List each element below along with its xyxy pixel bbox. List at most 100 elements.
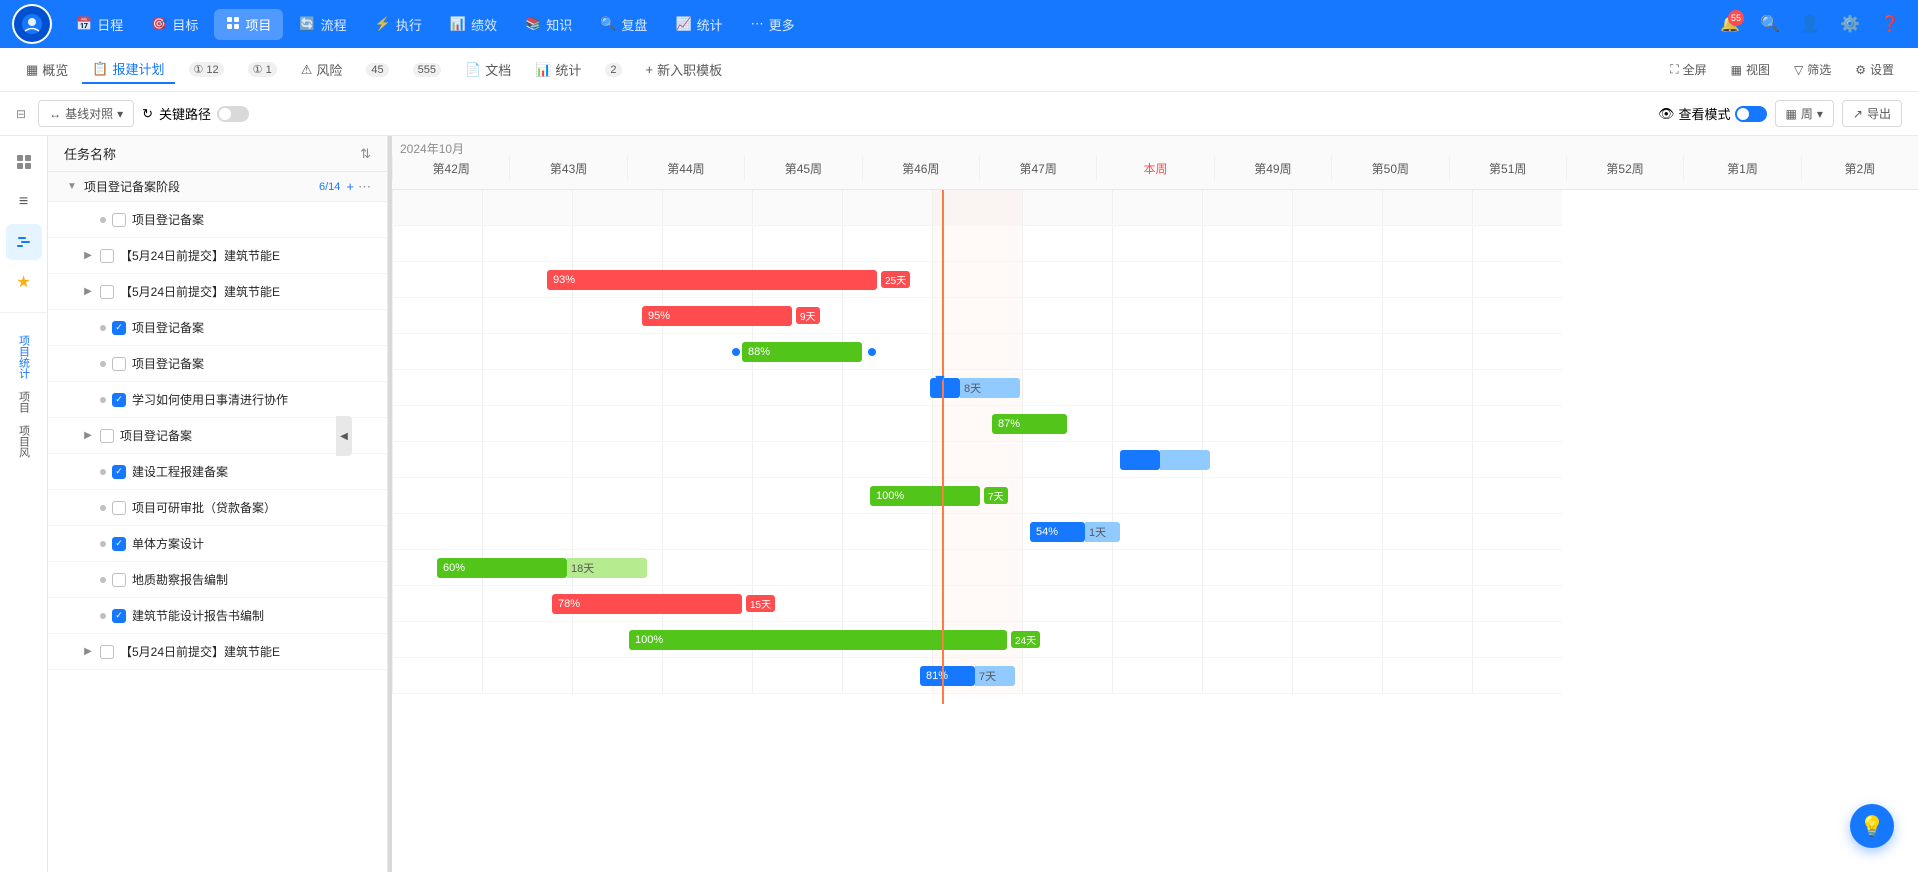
task-checkbox-9[interactable] <box>112 501 126 515</box>
sidebar-star-icon[interactable]: ★ <box>6 264 42 300</box>
nav-item-flow[interactable]: 🔄 流程 <box>287 9 358 40</box>
critical-path-switch[interactable] <box>217 106 249 122</box>
gantt-bar-row-3[interactable]: 95%9天 <box>642 306 820 326</box>
help-button[interactable]: ❓ <box>1874 8 1906 40</box>
expand-btn-3[interactable]: ▶ <box>80 284 96 300</box>
gantt-row-3[interactable]: 95%9天 <box>392 298 1562 334</box>
week-view-button[interactable]: ▦ 周 ▾ <box>1775 100 1834 127</box>
expand-btn-13[interactable]: ▶ <box>80 644 96 660</box>
task-checkbox-10[interactable]: ✓ <box>112 537 126 551</box>
gantt-row-8[interactable]: 100%7天 <box>392 478 1562 514</box>
sidebar-list-icon[interactable]: ≡ <box>6 184 42 220</box>
gantt-row-10[interactable]: 60%18天 <box>392 550 1562 586</box>
user-button[interactable]: 👤 <box>1794 8 1826 40</box>
nav-item-stats[interactable]: 📈 统计 <box>663 9 734 40</box>
sub-nav-badge-2[interactable]: 2 <box>595 59 631 81</box>
sub-nav-risk[interactable]: ⚠ 风险 <box>291 56 353 83</box>
task-row[interactable]: ▶ 【5月24日前提交】建筑节能E <box>48 274 387 310</box>
sub-nav-statsub[interactable]: 📊 统计 <box>525 56 591 83</box>
task-row[interactable]: ▶ 【5月24日前提交】建筑节能E <box>48 238 387 274</box>
gantt-area[interactable]: 2024年10月 第42周第43周第44周第45周第46周第47周本周第49周第… <box>392 136 1918 872</box>
settings-button[interactable]: ⚙️ <box>1834 8 1866 40</box>
settings-nav-button[interactable]: ⚙ 设置 <box>1847 57 1902 82</box>
gantt-bar-row-10[interactable]: 60%18天 <box>437 558 647 578</box>
gantt-row-1[interactable] <box>392 226 1562 262</box>
gantt-bar-row-2[interactable]: 93%25天 <box>547 270 910 290</box>
gantt-bar-row-4[interactable]: 88% <box>742 342 862 362</box>
sub-nav-badge-45[interactable]: 45 <box>356 59 398 81</box>
gantt-bar-row-11[interactable]: 78%15天 <box>552 594 775 614</box>
task-checkbox-4[interactable]: ✓ <box>112 321 126 335</box>
task-checkbox-6[interactable]: ✓ <box>112 393 126 407</box>
task-row[interactable]: ▶ ✓ 学习如何使用日事清进行协作 <box>48 382 387 418</box>
gantt-row-13[interactable]: 81%7天 <box>392 658 1562 694</box>
filter-button[interactable]: ▽ 筛选 <box>1786 57 1839 82</box>
fullscreen-button[interactable]: ⛶ 全屏 <box>1662 57 1714 82</box>
gantt-row-9[interactable]: 54%1天 <box>392 514 1562 550</box>
task-row[interactable]: ▶ ✓ 项目登记备案 <box>48 310 387 346</box>
expand-btn-2[interactable]: ▶ <box>80 248 96 264</box>
export-button[interactable]: ↗ 导出 <box>1842 100 1902 127</box>
view-button[interactable]: ▦ 视图 <box>1723 57 1778 82</box>
task-checkbox-1[interactable] <box>112 213 126 227</box>
critical-path-toggle[interactable]: ↻ 关键路径 <box>142 104 249 123</box>
sub-nav-buildplan[interactable]: 📋 报建计划 <box>82 55 174 84</box>
gantt-row-6[interactable]: 87% <box>392 406 1562 442</box>
gantt-bar-row-8[interactable]: 100%7天 <box>870 486 1008 506</box>
group-more-icon[interactable]: ⋯ <box>358 179 371 195</box>
task-row[interactable]: ▶ ✓ 单体方案设计 <box>48 526 387 562</box>
nav-item-review[interactable]: 🔍 复盘 <box>588 9 659 40</box>
sub-nav-badge-1[interactable]: ① 1 <box>238 58 287 81</box>
gantt-bar-row-9[interactable]: 54%1天 <box>1030 522 1120 542</box>
task-row[interactable]: ▶ 【5月24日前提交】建筑节能E <box>48 634 387 670</box>
nav-item-project[interactable]: 项目 <box>214 9 283 40</box>
nav-item-target[interactable]: 🎯 目标 <box>139 9 210 40</box>
nav-item-more[interactable]: ⋯ 更多 <box>739 9 807 40</box>
gantt-row-5[interactable]: 8天▼ <box>392 370 1562 406</box>
sub-nav-newtpl[interactable]: + 新入职模板 <box>636 56 733 83</box>
collapse-panel-button[interactable]: ◀ <box>336 416 352 456</box>
expand-btn-7[interactable]: ▶ <box>80 428 96 444</box>
sort-icon[interactable]: ⇅ <box>360 146 371 162</box>
sub-nav-badge-12[interactable]: ① 12 <box>179 58 234 81</box>
nav-item-knowledge[interactable]: 📚 知识 <box>513 9 584 40</box>
sub-nav-docs[interactable]: 📄 文档 <box>455 56 521 83</box>
gantt-row-0[interactable] <box>392 190 1562 226</box>
gantt-bar-row-13[interactable]: 81%7天 <box>920 666 1015 686</box>
sub-nav-badge-555[interactable]: 555 <box>403 59 451 81</box>
sidebar-gantt-icon[interactable] <box>6 224 42 260</box>
gantt-row-4[interactable]: 88% <box>392 334 1562 370</box>
gantt-row-7[interactable] <box>392 442 1562 478</box>
sidebar-grid-icon[interactable] <box>6 144 42 180</box>
group-expand-icon[interactable]: ▼ <box>64 179 80 195</box>
project-item-label[interactable]: 项目 <box>12 385 36 419</box>
gantt-bar-row-12[interactable]: 100%24天 <box>629 630 1040 650</box>
task-row[interactable]: ▶ 地质勘察报告编制 <box>48 562 387 598</box>
task-row[interactable]: ▶ 项目可研审批（贷款备案） <box>48 490 387 526</box>
task-checkbox-8[interactable]: ✓ <box>112 465 126 479</box>
task-row[interactable]: ▶ ✓ 建设工程报建备案 <box>48 454 387 490</box>
task-checkbox-3[interactable] <box>100 285 114 299</box>
nav-item-performance[interactable]: 📊 绩效 <box>438 9 509 40</box>
gantt-row-2[interactable]: 93%25天 <box>392 262 1562 298</box>
view-mode-switch[interactable]: .toggle-switch.on::after { left: 18px; } <box>1735 106 1767 122</box>
nav-item-execute[interactable]: ⚡ 执行 <box>363 9 434 40</box>
project-stats-label[interactable]: 项目统计 <box>12 329 36 385</box>
project-risk-label[interactable]: 项目风 <box>12 419 36 464</box>
floating-action-button[interactable]: 💡 <box>1850 804 1894 848</box>
task-checkbox-5[interactable] <box>112 357 126 371</box>
task-checkbox-11[interactable] <box>112 573 126 587</box>
task-row[interactable]: ▶ 项目登记备案 <box>48 346 387 382</box>
nav-item-schedule[interactable]: 📅 日程 <box>64 9 135 40</box>
notification-button[interactable]: 🔔 55 <box>1714 8 1746 40</box>
task-checkbox-12[interactable]: ✓ <box>112 609 126 623</box>
gantt-bar-row-7[interactable] <box>1120 450 1210 470</box>
gantt-row-12[interactable]: 100%24天 <box>392 622 1562 658</box>
task-group-header[interactable]: ▼ 项目登记备案阶段 6/14 + ⋯ <box>48 172 387 202</box>
gantt-row-11[interactable]: 78%15天 <box>392 586 1562 622</box>
baseline-compare-button[interactable]: ↔ 基线对照 ▾ <box>38 100 134 127</box>
search-button[interactable]: 🔍 <box>1754 8 1786 40</box>
group-add-icon[interactable]: + <box>346 179 354 194</box>
sub-nav-overview[interactable]: ▦ 概览 <box>16 56 78 83</box>
task-row[interactable]: ▶ 项目登记备案 <box>48 202 387 238</box>
